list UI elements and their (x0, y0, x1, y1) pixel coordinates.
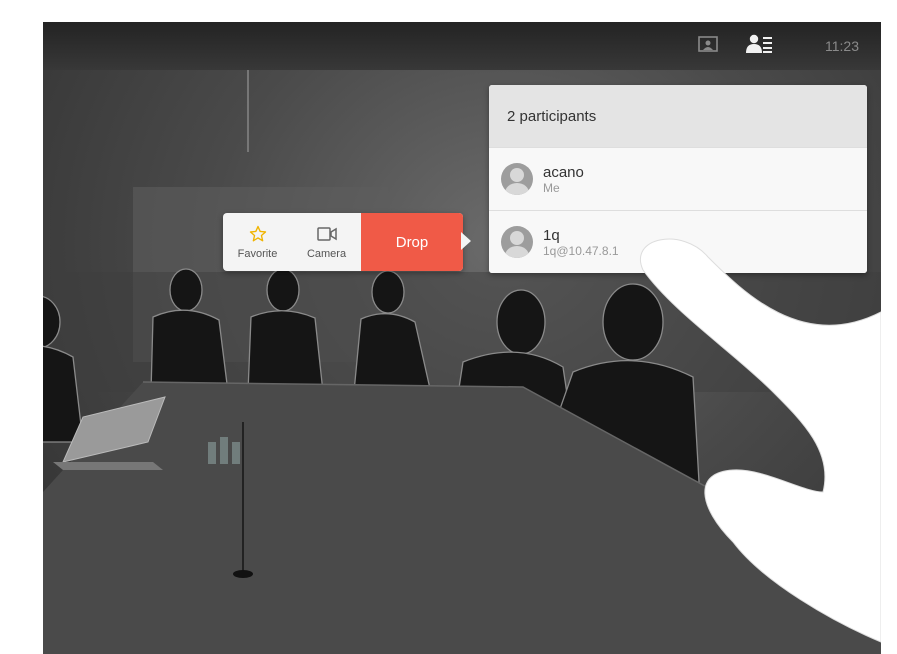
participant-name: acano (543, 163, 584, 181)
participants-panel: 2 participants acano Me 1q 1q@10.47.8.1 (489, 85, 867, 273)
participant-row[interactable]: 1q 1q@10.47.8.1 (489, 210, 867, 273)
participant-name: 1q (543, 226, 560, 244)
video-call-screen: 11:23 2 participants acano Me 1q 1q@10.4… (43, 22, 881, 654)
participant-detail: Me (543, 180, 560, 195)
participants-icon[interactable] (746, 34, 772, 54)
top-status-bar: 11:23 (43, 22, 881, 70)
popover-arrow (461, 232, 471, 250)
favorite-label: Favorite (237, 247, 278, 260)
camera-icon (316, 225, 337, 243)
star-icon (249, 225, 267, 243)
clock: 11:23 (825, 38, 859, 54)
participant-row[interactable]: acano Me (489, 147, 867, 210)
self-view-icon[interactable] (698, 36, 718, 52)
participants-count-title: 2 participants (489, 85, 867, 147)
avatar-icon (501, 226, 533, 258)
avatar-icon (501, 163, 533, 195)
camera-label: Camera (306, 247, 347, 260)
participant-detail: 1q@10.47.8.1 (543, 243, 619, 258)
camera-button[interactable]: Camera (292, 213, 361, 271)
drop-button[interactable]: Drop (361, 213, 463, 271)
favorite-button[interactable]: Favorite (223, 213, 292, 271)
participant-action-menu: Favorite Camera Drop (223, 213, 463, 271)
